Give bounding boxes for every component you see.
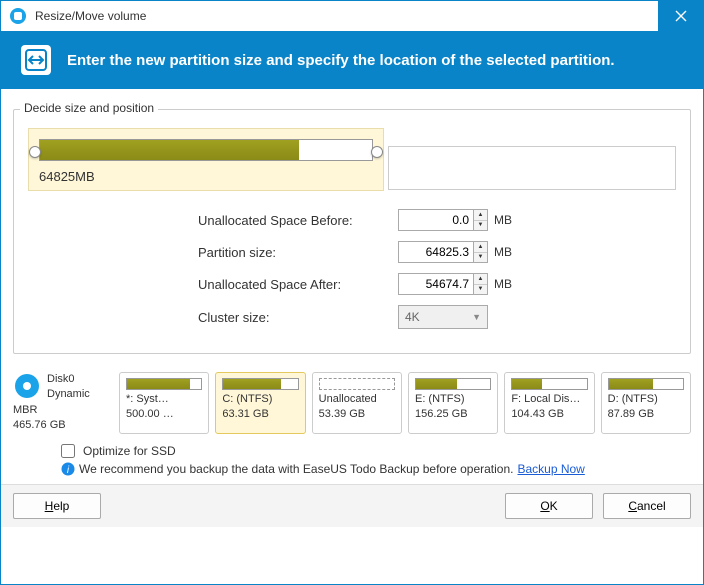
row-partition-size: Partition size: ▲▼ MB [198,241,676,263]
close-button[interactable] [658,1,703,31]
unit-after: MB [494,277,512,291]
partition-label: *: Syst… [126,393,202,405]
button-bar: Help OK Cancel [1,484,703,527]
partition-usage-fill [416,379,457,389]
label-space-after: Unallocated Space After: [198,277,398,292]
slider-fill [40,140,299,160]
combo-value: 4K [405,310,420,324]
row-space-after: Unallocated Space After: ▲▼ MB [198,273,676,295]
partition-item[interactable]: F: Local Dis… 104.43 GB [504,372,594,434]
field-partition-size[interactable] [398,241,474,263]
partition-usage-fill [512,379,542,389]
disk-icon [13,372,41,400]
slider-handle-left[interactable] [29,146,41,158]
partition-usage-bar [319,378,395,390]
field-space-before[interactable] [398,209,474,231]
slider-track [39,139,373,161]
partition-usage-bar [511,378,587,390]
disk-info: Disk0 Dynamic MBR 465.76 GB [13,372,113,434]
group-legend: Decide size and position [20,101,158,115]
field-space-after[interactable] [398,273,474,295]
ok-button[interactable]: OK [505,493,593,519]
disk-strip: Disk0 Dynamic MBR 465.76 GB *: Syst… 500.… [1,362,703,440]
input-space-after[interactable]: ▲▼ [398,273,488,295]
optimize-label: Optimize for SSD [83,444,176,458]
partition-item[interactable]: E: (NTFS) 156.25 GB [408,372,498,434]
spinner-buttons[interactable]: ▲▼ [474,241,488,263]
size-position-group: Decide size and position 64825MB Unalloc… [13,109,691,354]
label-cluster-size: Cluster size: [198,310,398,325]
partition-usage-fill [127,379,190,389]
backup-now-link[interactable]: Backup Now [517,462,584,476]
partition-item[interactable]: D: (NTFS) 87.89 GB [601,372,691,434]
row-cluster-size: Cluster size: 4K ▼ [198,305,676,329]
resize-icon [21,45,51,75]
backup-note: i We recommend you backup the data with … [1,460,703,484]
input-partition-size[interactable]: ▲▼ [398,241,488,263]
partition-slider[interactable]: 64825MB [28,128,384,191]
spinner-buttons[interactable]: ▲▼ [474,273,488,295]
partition-label: E: (NTFS) [415,393,491,405]
partition-size: 500.00 … [126,408,202,420]
combo-cluster-size[interactable]: 4K ▼ [398,305,488,329]
optimize-ssd-checkbox[interactable] [61,444,75,458]
partition-size: 63.31 GB [222,408,298,420]
row-space-before: Unallocated Space Before: ▲▼ MB [198,209,676,231]
partition-size: 53.39 GB [319,408,395,420]
content-area: Decide size and position 64825MB Unalloc… [1,89,703,362]
unit-size: MB [494,245,512,259]
unit-before: MB [494,213,512,227]
form-rows: Unallocated Space Before: ▲▼ MB Partitio… [198,209,676,329]
instruction-banner: Enter the new partition size and specify… [1,31,703,89]
partition-size: 156.25 GB [415,408,491,420]
partition-item[interactable]: *: Syst… 500.00 … [119,372,209,434]
slider-value: 64825MB [39,169,373,184]
label-space-before: Unallocated Space Before: [198,213,398,228]
partition-size: 87.89 GB [608,408,684,420]
partition-item[interactable]: C: (NTFS) 63.31 GB [215,372,305,434]
backup-text: We recommend you backup the data with Ea… [79,462,513,476]
partition-label: C: (NTFS) [222,393,298,405]
spinner-buttons[interactable]: ▲▼ [474,209,488,231]
cancel-button[interactable]: Cancel [603,493,691,519]
chevron-down-icon: ▼ [472,312,481,322]
partition-label: D: (NTFS) [608,393,684,405]
partition-usage-bar [126,378,202,390]
app-icon [9,7,27,25]
help-button[interactable]: Help [13,493,101,519]
partition-label: Unallocated [319,393,395,405]
info-icon: i [61,462,75,476]
label-partition-size: Partition size: [198,245,398,260]
partition-item[interactable]: Unallocated 53.39 GB [312,372,402,434]
window-title: Resize/Move volume [35,9,658,23]
slider-handle-right[interactable] [371,146,383,158]
partition-usage-fill [609,379,654,389]
partition-usage-bar [222,378,298,390]
input-space-before[interactable]: ▲▼ [398,209,488,231]
disk-size: 465.76 GB [13,418,113,433]
available-space-track [388,146,676,190]
instruction-text: Enter the new partition size and specify… [67,52,615,69]
partition-label: F: Local Dis… [511,393,587,405]
partition-usage-bar [415,378,491,390]
optimize-row: Optimize for SSD [1,440,703,460]
partition-size: 104.43 GB [511,408,587,420]
titlebar: Resize/Move volume [1,1,703,31]
partition-usage-fill [223,379,281,389]
partition-usage-bar [608,378,684,390]
